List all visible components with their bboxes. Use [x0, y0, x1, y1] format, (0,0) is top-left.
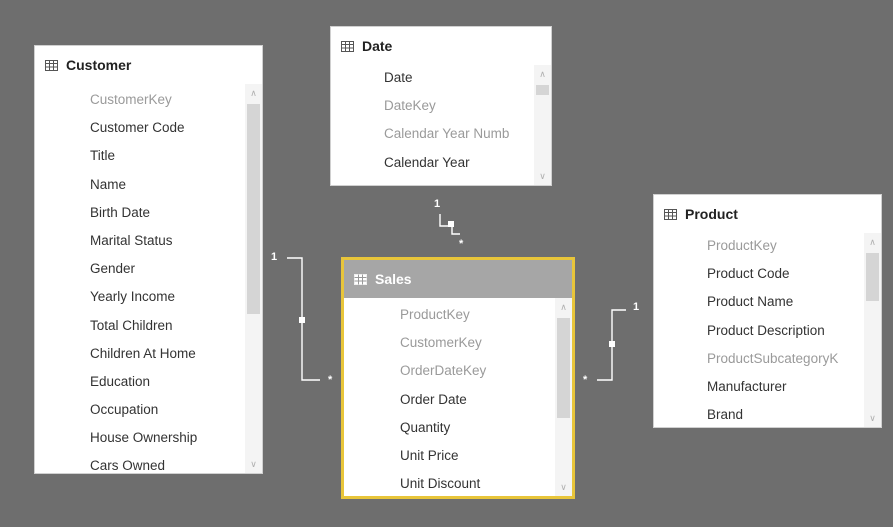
field-item[interactable]: Product Name	[654, 288, 863, 316]
scroll-thumb[interactable]	[247, 104, 260, 314]
customer-sales-many-label: *	[328, 374, 333, 386]
field-item[interactable]: Brand	[654, 401, 863, 427]
chevron-up-icon[interactable]: ∧	[245, 86, 262, 100]
chevron-down-icon[interactable]: ∨	[555, 480, 572, 494]
date-sales-many-label: *	[459, 238, 464, 250]
field-item[interactable]: Name	[35, 171, 244, 199]
field-item[interactable]: Unit Price	[344, 442, 554, 470]
field-item[interactable]: Unit Discount	[344, 470, 554, 496]
field-list-sales: ProductKey CustomerKey OrderDateKey Orde…	[344, 301, 554, 496]
field-item[interactable]: Calendar Year Quart	[331, 177, 533, 185]
chevron-up-icon[interactable]: ∧	[864, 235, 881, 249]
chevron-down-icon[interactable]: ∨	[864, 411, 881, 425]
field-item[interactable]: Total Children	[35, 312, 244, 340]
product-sales-many-label: *	[583, 374, 588, 386]
field-item[interactable]: Marital Status	[35, 227, 244, 255]
field-item[interactable]: DateKey	[331, 92, 533, 120]
product-sales-one-label: 1	[633, 301, 640, 313]
field-item[interactable]: Cars Owned	[35, 452, 244, 473]
field-item[interactable]: Gender	[35, 255, 244, 283]
field-list-date: Date DateKey Calendar Year Numb Calendar…	[331, 64, 533, 185]
scroll-thumb[interactable]	[557, 318, 570, 418]
field-item[interactable]: Calendar Year	[331, 149, 533, 177]
date-sales-one-label: 1	[434, 198, 441, 210]
table-title-date: Date	[362, 38, 393, 54]
relationship-product-sales[interactable]	[597, 309, 626, 381]
field-item[interactable]: CustomerKey	[35, 86, 244, 114]
table-header-date[interactable]: Date	[331, 27, 551, 65]
field-item[interactable]: Manufacturer	[654, 373, 863, 401]
field-list-product: ProductKey Product Code Product Name Pro…	[654, 232, 863, 427]
table-card-sales[interactable]: Sales ProductKey CustomerKey OrderDateKe…	[341, 257, 575, 499]
table-header-customer[interactable]: Customer	[35, 46, 262, 84]
scrollbar-sales[interactable]: ∧ ∨	[555, 298, 572, 496]
table-grid-icon	[45, 59, 58, 71]
table-card-product[interactable]: Product ProductKey Product Code Product …	[653, 194, 882, 428]
field-item[interactable]: Occupation	[35, 396, 244, 424]
field-item[interactable]: ProductKey	[344, 301, 554, 329]
scroll-thumb[interactable]	[536, 85, 549, 95]
table-header-product[interactable]: Product	[654, 195, 881, 233]
field-item[interactable]: Birth Date	[35, 199, 244, 227]
field-item[interactable]: Education	[35, 368, 244, 396]
field-item[interactable]: Order Date	[344, 386, 554, 414]
field-item[interactable]: House Ownership	[35, 424, 244, 452]
field-item[interactable]: Yearly Income	[35, 283, 244, 311]
table-grid-icon	[664, 208, 677, 220]
customer-sales-one-label: 1	[271, 251, 278, 263]
chevron-down-icon[interactable]: ∨	[245, 457, 262, 471]
field-item[interactable]: Calendar Year Numb	[331, 120, 533, 148]
field-item[interactable]: CustomerKey	[344, 329, 554, 357]
relationship-date-sales[interactable]	[439, 214, 460, 235]
scrollbar-product[interactable]: ∧ ∨	[864, 233, 881, 427]
chevron-up-icon[interactable]: ∧	[555, 300, 572, 314]
table-grid-icon	[341, 40, 354, 52]
table-title-product: Product	[685, 206, 738, 222]
scrollbar-date[interactable]: ∧ ∨	[534, 65, 551, 185]
field-list-customer: CustomerKey Customer Code Title Name Bir…	[35, 86, 244, 473]
field-item[interactable]: OrderDateKey	[344, 357, 554, 385]
table-card-customer[interactable]: Customer CustomerKey Customer Code Title…	[34, 45, 263, 474]
field-item[interactable]: Product Description	[654, 317, 863, 345]
table-card-date[interactable]: Date Date DateKey Calendar Year Numb Cal…	[330, 26, 552, 186]
chevron-down-icon[interactable]: ∨	[534, 169, 551, 183]
table-grid-icon	[354, 273, 367, 285]
field-item[interactable]: Children At Home	[35, 340, 244, 368]
table-header-sales[interactable]: Sales	[344, 260, 572, 298]
chevron-up-icon[interactable]: ∧	[534, 67, 551, 81]
field-item[interactable]: Date	[331, 64, 533, 92]
field-item[interactable]: ProductKey	[654, 232, 863, 260]
field-item[interactable]: Product Code	[654, 260, 863, 288]
scrollbar-customer[interactable]: ∧ ∨	[245, 84, 262, 473]
field-item[interactable]: Customer Code	[35, 114, 244, 142]
model-diagram-canvas: 1 * 1 * 1 * Customer CustomerKey Custome…	[0, 0, 893, 527]
scroll-thumb[interactable]	[866, 253, 879, 301]
field-item[interactable]: Title	[35, 142, 244, 170]
field-item[interactable]: ProductSubcategoryK	[654, 345, 863, 373]
table-title-sales: Sales	[375, 271, 412, 287]
table-title-customer: Customer	[66, 57, 132, 73]
relationship-customer-sales[interactable]	[287, 257, 320, 381]
field-item[interactable]: Quantity	[344, 414, 554, 442]
